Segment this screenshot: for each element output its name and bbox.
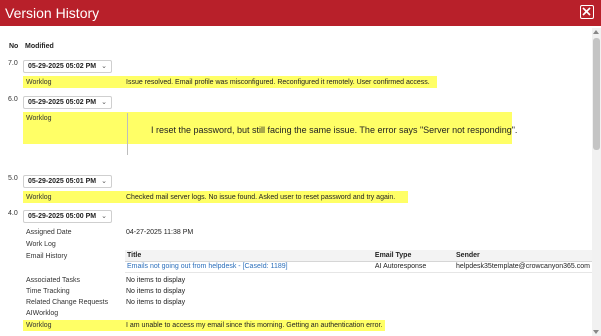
field-label-related-change-requests: Related Change Requests: [26, 299, 109, 306]
column-header-title: Title: [125, 250, 373, 262]
field-value-worklog: Checked mail server logs. No issue found…: [126, 194, 396, 201]
field-label-worklog: Worklog: [26, 115, 52, 122]
quote-bar: [127, 113, 128, 155]
email-type-cell: AI Autoresponse: [372, 261, 455, 273]
version-number: 7.0: [8, 60, 18, 67]
column-header-email-type: Email Type: [372, 250, 455, 262]
field-label-associated-tasks: Associated Tasks: [26, 277, 80, 284]
version-date-dropdown[interactable]: 05-29-2025 05:02 PM ⌄: [23, 60, 112, 73]
email-title-link[interactable]: Emails not going out from helpdesk - [Ca…: [125, 261, 373, 273]
scroll-up-icon[interactable]: [593, 30, 599, 34]
version-date-dropdown[interactable]: 05-29-2025 05:01 PM ⌄: [23, 175, 112, 188]
table-header-row: Title Email Type Sender: [125, 250, 592, 262]
field-value-worklog: I am unable to access my email since thi…: [126, 322, 383, 329]
scroll-thumb[interactable]: [593, 38, 600, 150]
version-number: 4.0: [8, 210, 18, 217]
vertical-scrollbar[interactable]: [592, 28, 601, 336]
title-bar: Version History: [0, 0, 601, 26]
field-label-worklog: Worklog: [26, 322, 52, 329]
field-value-related-change-requests: No items to display: [126, 299, 186, 306]
column-header-sender: Sender: [454, 250, 592, 262]
version-number: 5.0: [8, 175, 18, 182]
version-number: 6.0: [8, 96, 18, 103]
column-header-modified: Modified: [25, 43, 54, 50]
field-value-worklog: Issue resolved. Email profile was miscon…: [126, 79, 430, 86]
field-label-assigned-date: Assigned Date: [26, 229, 72, 236]
chevron-down-icon: ⌄: [101, 213, 107, 220]
version-date-dropdown[interactable]: 05-29-2025 05:00 PM ⌄: [23, 210, 112, 223]
email-history-table: Title Email Type Sender Emails not going…: [125, 250, 592, 273]
close-icon: [582, 7, 591, 16]
scroll-down-icon[interactable]: [593, 330, 599, 334]
field-label-time-tracking: Time Tracking: [26, 288, 70, 295]
close-button[interactable]: [580, 5, 594, 19]
field-label-worklog: Worklog: [26, 79, 52, 86]
field-value-time-tracking: No items to display: [126, 288, 186, 295]
field-value-associated-tasks: No items to display: [126, 277, 186, 284]
version-date: 05-29-2025 05:01 PM: [28, 178, 97, 185]
version-date-dropdown[interactable]: 05-29-2025 05:02 PM ⌄: [23, 96, 112, 109]
version-date: 05-29-2025 05:02 PM: [28, 63, 97, 70]
field-value-worklog: I reset the password, but still facing t…: [151, 125, 518, 135]
field-label-worklog: Worklog: [26, 194, 52, 201]
email-sender-cell: helpdesk35template@crowcanyon365.com: [454, 261, 592, 273]
window-title: Version History: [5, 5, 100, 21]
table-row: Emails not going out from helpdesk - [Ca…: [125, 261, 592, 273]
field-label-work-log: Work Log: [26, 241, 56, 248]
column-header-no: No: [9, 43, 19, 50]
chevron-down-icon: ⌄: [101, 178, 107, 185]
chevron-down-icon: ⌄: [101, 63, 107, 70]
field-label-aiworklog: AIWorklog: [26, 310, 59, 317]
field-label-email-history: Email History: [26, 253, 68, 260]
version-date: 05-29-2025 05:02 PM: [28, 99, 97, 106]
chevron-down-icon: ⌄: [101, 99, 107, 106]
version-date: 05-29-2025 05:00 PM: [28, 213, 97, 220]
field-value-assigned-date: 04-27-2025 11:38 PM: [126, 229, 194, 236]
